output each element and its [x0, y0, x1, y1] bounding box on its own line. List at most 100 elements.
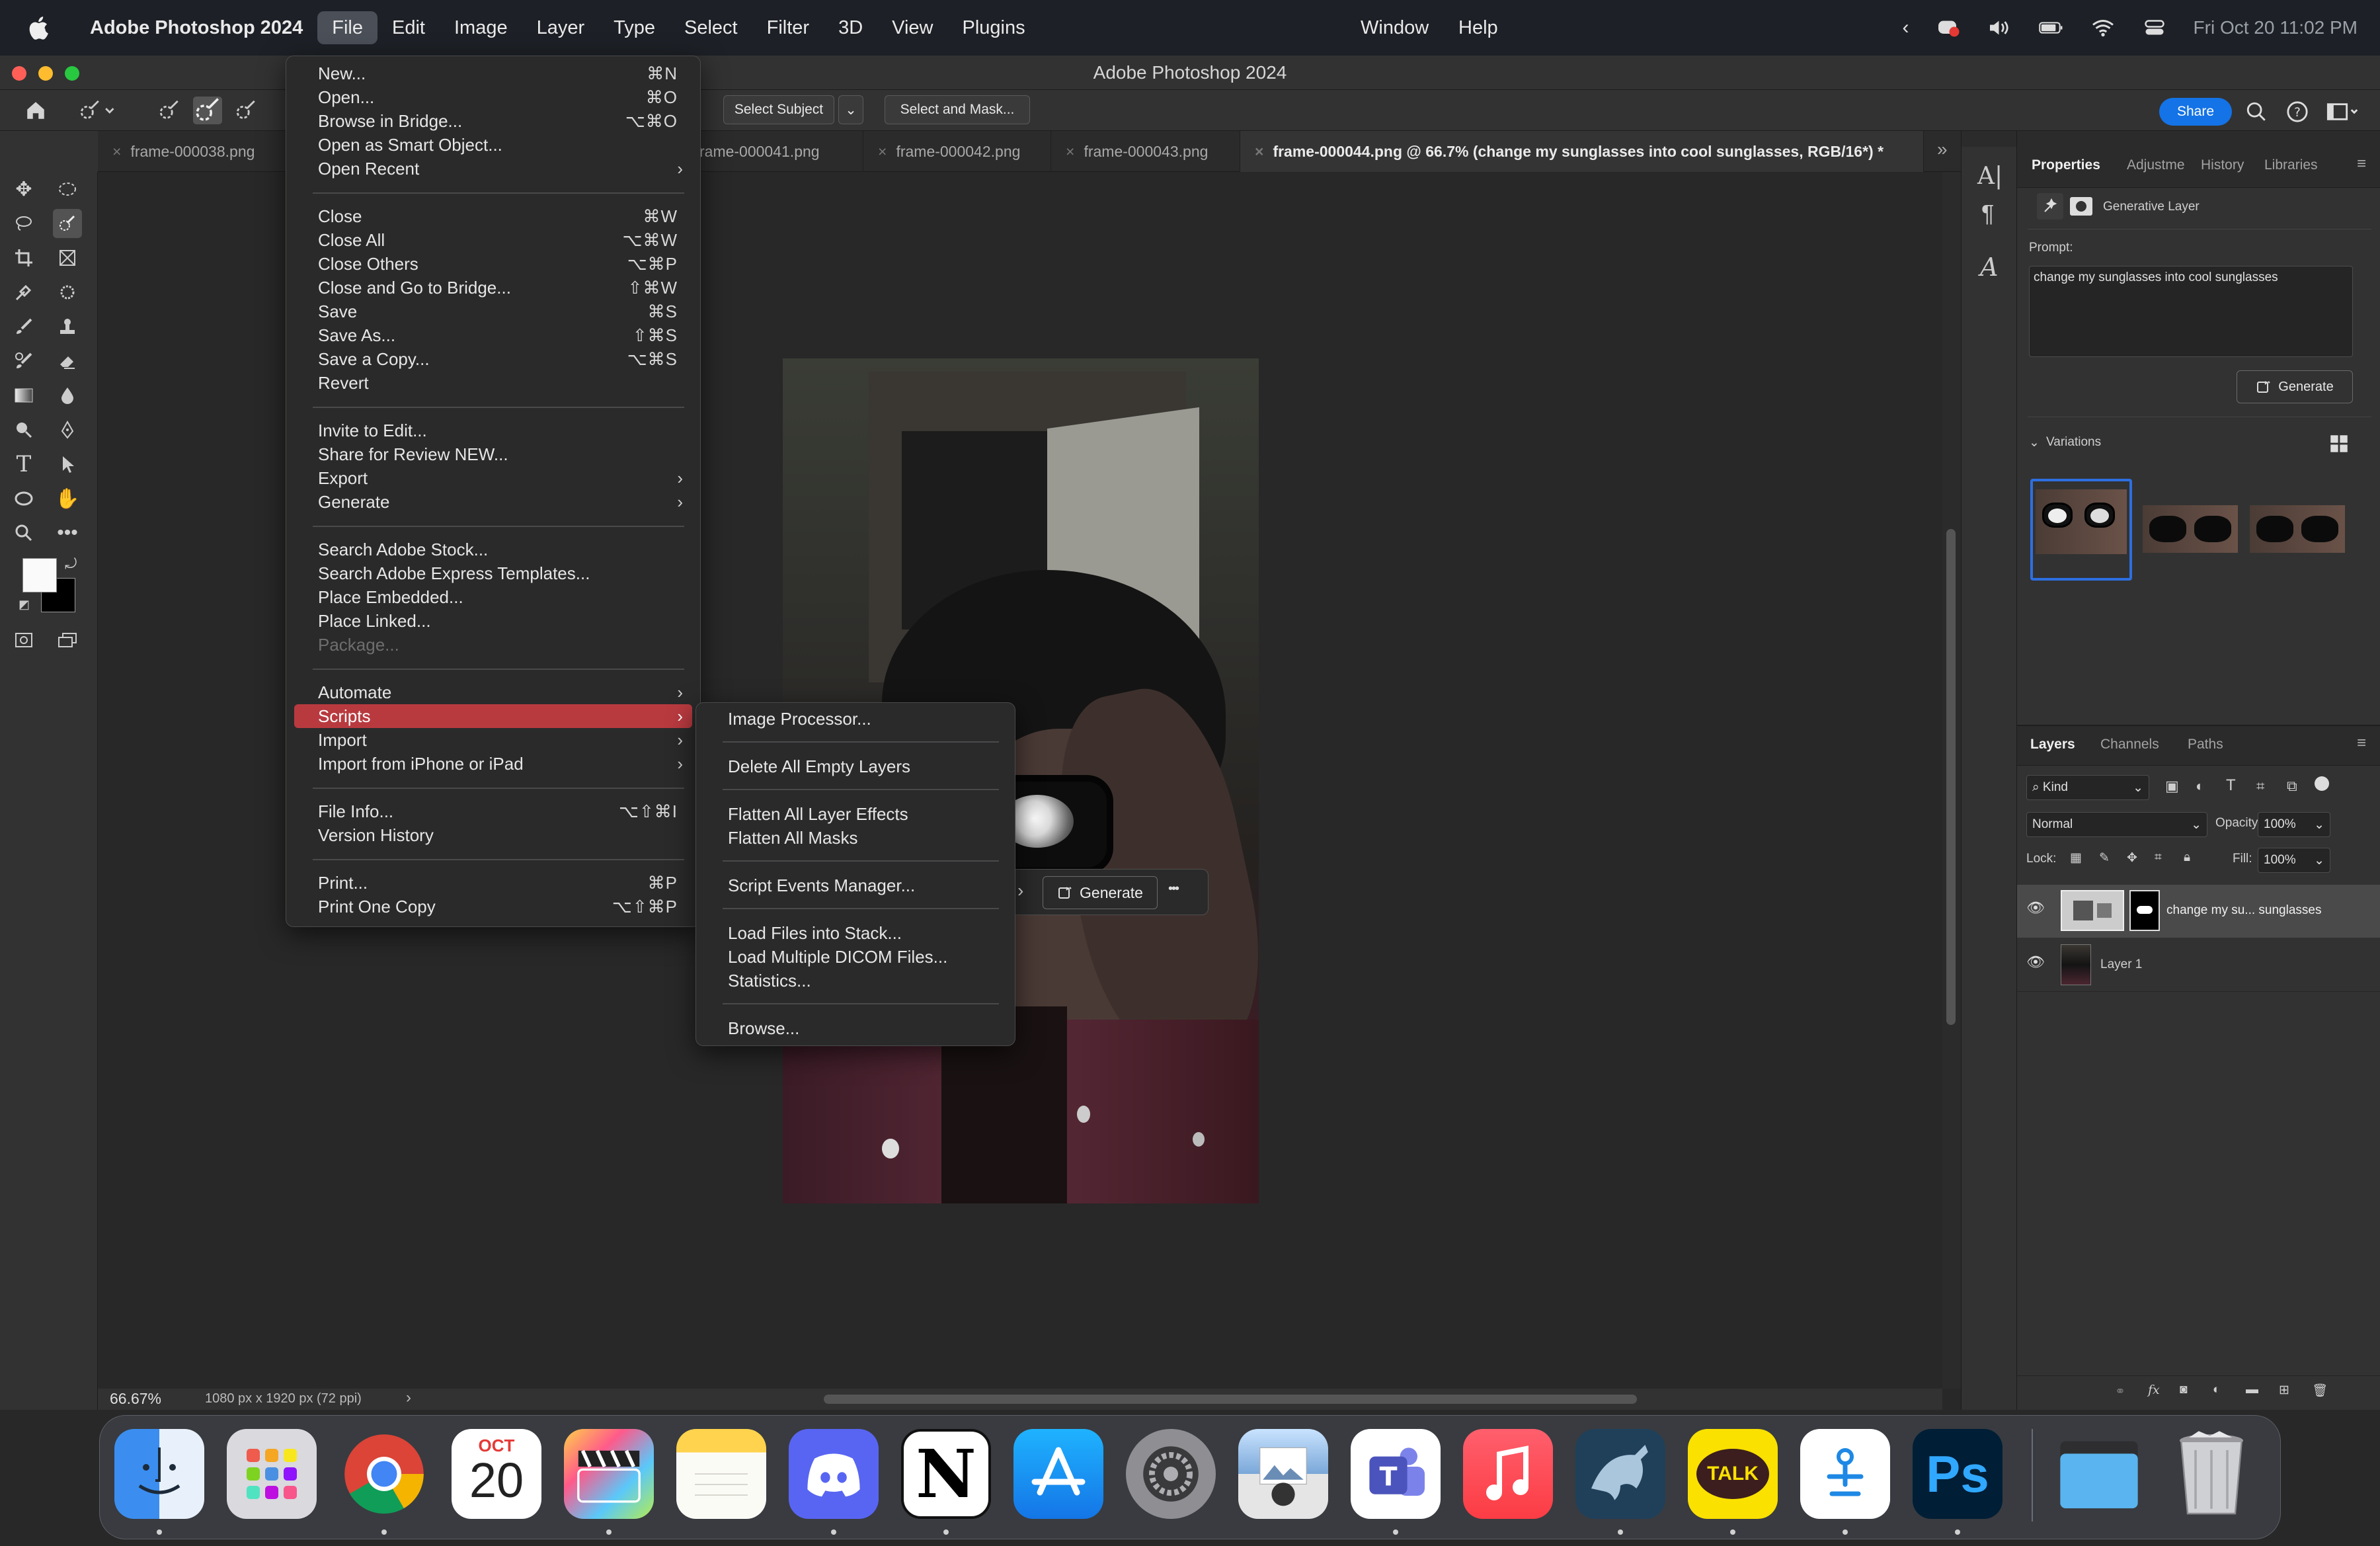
hand-tool-icon[interactable]: ✋ — [53, 484, 82, 513]
menu-item-open-recent[interactable]: Open Recent › — [294, 157, 692, 181]
variation-thumbnail-3[interactable] — [2250, 505, 2345, 553]
finder-icon[interactable] — [114, 1429, 204, 1519]
contextual-generate-button[interactable]: Generate — [1043, 876, 1158, 909]
app-name-menu[interactable]: Adobe Photoshop 2024 — [75, 11, 317, 44]
folder-icon[interactable] — [2054, 1429, 2144, 1519]
teams-icon[interactable]: T — [1351, 1429, 1441, 1519]
menu-item-scripts[interactable]: Scripts › — [294, 704, 692, 728]
ellipse-tool-icon[interactable] — [9, 484, 38, 513]
close-tab-icon[interactable]: × — [112, 143, 121, 160]
menu-item-load-dicom-files[interactable]: Load Multiple DICOM Files... — [704, 945, 1007, 969]
mysql-workbench-icon[interactable] — [1575, 1429, 1665, 1519]
chevron-left-icon[interactable]: ‹ — [1903, 17, 1909, 39]
menu-edit[interactable]: Edit — [377, 11, 440, 44]
volume-icon[interactable] — [1987, 18, 2012, 38]
preview-icon[interactable] — [1238, 1429, 1328, 1519]
more-tools-icon[interactable]: ••• — [53, 518, 82, 548]
chevron-right-icon[interactable]: › — [1017, 880, 1023, 901]
menu-item-statistics[interactable]: Statistics... — [704, 969, 1007, 993]
battery-icon[interactable] — [2038, 18, 2064, 38]
lock-position-icon[interactable]: ✥ — [2127, 850, 2137, 866]
menu-3d[interactable]: 3D — [824, 11, 877, 44]
tab-frame-000042[interactable]: × frame-000042.png — [863, 131, 1051, 172]
share-button[interactable]: Share — [2159, 98, 2232, 126]
layer-name[interactable]: change my su... sunglasses — [2166, 903, 2321, 918]
tab-properties[interactable]: Properties — [2032, 157, 2100, 173]
menu-item-flatten-masks[interactable]: Flatten All Masks — [704, 826, 1007, 850]
quick-selection-preset-icon[interactable] — [75, 99, 118, 122]
prompt-textarea[interactable]: change my sunglasses into cool sunglasse… — [2029, 266, 2353, 357]
delete-layer-icon[interactable]: 🗑︎ — [2312, 1383, 2328, 1399]
menu-item-close[interactable]: Close ⌘W — [294, 204, 692, 228]
subtract-from-selection-icon[interactable] — [233, 99, 259, 122]
tab-channels[interactable]: Channels — [2100, 737, 2159, 753]
type-tool-icon[interactable]: T — [9, 450, 38, 479]
opacity-input[interactable]: 100% ⌄ — [2258, 812, 2330, 837]
menu-item-place-embedded[interactable]: Place Embedded... — [294, 585, 692, 609]
search-icon[interactable] — [2245, 101, 2268, 123]
variation-thumbnail-1[interactable] — [2030, 479, 2132, 581]
layer-name[interactable]: Layer 1 — [2100, 957, 2142, 972]
filter-toggle-icon[interactable] — [2315, 776, 2329, 791]
menu-item-place-linked[interactable]: Place Linked... — [294, 609, 692, 633]
variations-chevron-icon[interactable]: ⌄ — [2029, 435, 2040, 450]
new-group-icon[interactable]: ▬ — [2246, 1383, 2258, 1397]
status-menu-chevron-icon[interactable]: › — [406, 1389, 411, 1407]
quick-mask-icon[interactable] — [9, 626, 38, 655]
menu-item-generate[interactable]: Generate › — [294, 490, 692, 514]
screen-mode-icon[interactable] — [53, 626, 82, 655]
notion-icon[interactable]: N — [901, 1429, 991, 1519]
tab-libraries[interactable]: Libraries — [2264, 157, 2318, 173]
visibility-eye-icon[interactable]: 👁︎ — [2026, 954, 2045, 971]
history-brush-tool-icon[interactable] — [9, 346, 38, 376]
help-icon[interactable]: ? — [2286, 101, 2309, 123]
horizontal-scroll-thumb[interactable] — [824, 1395, 1637, 1404]
menu-item-delete-empty-layers[interactable]: Delete All Empty Layers — [704, 754, 1007, 778]
panel-menu-icon[interactable]: ≡ — [2357, 155, 2366, 173]
zoom-level[interactable]: 66.67% — [110, 1390, 161, 1408]
menu-plugins[interactable]: Plugins — [948, 11, 1040, 44]
wifi-icon[interactable] — [2090, 18, 2116, 38]
menu-item-new[interactable]: New... ⌘N — [294, 61, 692, 85]
kakaotalk-icon[interactable]: TALK — [1688, 1429, 1778, 1519]
music-icon[interactable] — [1463, 1429, 1553, 1519]
new-layer-icon[interactable]: ⊞ — [2279, 1383, 2289, 1398]
workspace-icon[interactable] — [2324, 101, 2361, 123]
character-panel-icon[interactable]: A| — [1977, 163, 2003, 190]
menu-item-import-from-iphone[interactable]: Import from iPhone or iPad › — [294, 752, 692, 776]
menu-item-save[interactable]: Save ⌘S — [294, 300, 692, 323]
menu-file[interactable]: File — [317, 11, 377, 44]
filter-type-icon[interactable]: T — [2226, 776, 2236, 795]
close-tab-icon[interactable]: × — [878, 143, 887, 160]
menu-item-open-as-smart-object[interactable]: Open as Smart Object... — [294, 133, 692, 157]
menu-select[interactable]: Select — [670, 11, 752, 44]
control-center-icon[interactable] — [2142, 18, 2167, 38]
clone-stamp-tool-icon[interactable] — [53, 312, 82, 341]
more-tabs-icon[interactable]: » — [1937, 139, 1948, 160]
menu-item-load-files-into-stack[interactable]: Load Files into Stack... — [704, 921, 1007, 945]
link-layers-icon[interactable]: ⚭ — [2115, 1384, 2125, 1399]
filter-smart-object-icon[interactable]: ⧉ — [2287, 778, 2297, 795]
layers-panel-menu-icon[interactable]: ≡ — [2357, 734, 2366, 753]
tab-frame-000038[interactable]: × frame-000038.png — [98, 131, 290, 172]
tab-adjustments[interactable]: Adjustme — [2127, 157, 2185, 173]
launchpad-icon[interactable] — [227, 1429, 317, 1519]
discord-icon[interactable] — [789, 1429, 879, 1519]
quick-selection-tool-icon[interactable] — [53, 209, 82, 238]
menu-image[interactable]: Image — [440, 11, 522, 44]
close-tab-icon[interactable]: × — [1255, 143, 1263, 160]
eraser-tool-icon[interactable] — [53, 346, 82, 376]
menu-item-open[interactable]: Open... ⌘O — [294, 85, 692, 109]
tab-frame-000044[interactable]: × frame-000044.png @ 66.7% (change my sun… — [1240, 131, 1924, 172]
menu-window[interactable]: Window — [1346, 0, 1443, 56]
move-tool-icon[interactable]: ✥ — [9, 175, 38, 204]
more-options-icon[interactable]: ••• — [1168, 881, 1179, 897]
home-icon[interactable] — [24, 99, 48, 122]
layer-filter-kind[interactable]: ⌕ Kind ⌄ — [2026, 775, 2149, 800]
blur-tool-icon[interactable] — [53, 381, 82, 410]
menu-layer[interactable]: Layer — [522, 11, 600, 44]
screen-record-icon[interactable] — [1936, 18, 1961, 38]
photoshop-icon[interactable]: Ps — [1913, 1429, 2003, 1519]
spot-healing-tool-icon[interactable] — [53, 278, 82, 307]
tab-history[interactable]: History — [2201, 157, 2244, 173]
